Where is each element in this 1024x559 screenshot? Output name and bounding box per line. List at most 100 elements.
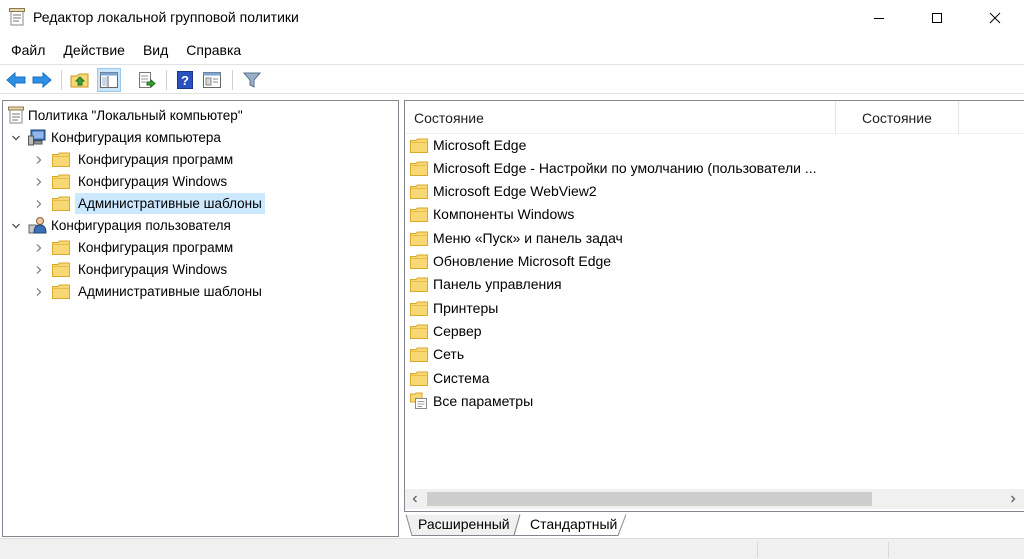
help-button[interactable]: ?	[173, 68, 197, 92]
up-folder-icon	[70, 73, 89, 88]
tree-root[interactable]: Политика "Локальный компьютер"	[7, 104, 246, 126]
menu-view[interactable]: Вид	[133, 39, 176, 61]
list-item-label: Сервер	[433, 323, 482, 339]
chevron-right-icon[interactable]	[34, 243, 44, 253]
chevron-down-icon[interactable]	[11, 221, 21, 231]
list-item-label: Компоненты Windows	[433, 206, 575, 222]
list-item[interactable]: Меню «Пуск» и панель задач	[410, 227, 623, 249]
tree-root-label: Политика "Локальный компьютер"	[28, 107, 243, 123]
list-item-label: Сеть	[433, 346, 465, 362]
console-tree[interactable]: Политика "Локальный компьютер" Конфигура…	[2, 100, 399, 537]
chevron-right-icon[interactable]	[34, 177, 44, 187]
title-bar: Редактор локальной групповой политики	[0, 0, 1024, 35]
menu-file[interactable]: Файл	[0, 39, 53, 61]
close-button[interactable]	[972, 0, 1018, 35]
scroll-right-button[interactable]	[1003, 489, 1023, 509]
list-item-label: Обновление Microsoft Edge	[433, 253, 612, 269]
list-item[interactable]: Сеть	[410, 343, 464, 365]
folder-icon	[52, 196, 70, 211]
list-item-label: Меню «Пуск» и панель задач	[433, 230, 623, 246]
svg-text:?: ?	[181, 73, 189, 88]
properties-icon	[203, 72, 221, 88]
policy-document-icon	[8, 106, 24, 124]
computer-icon	[28, 129, 46, 146]
tree-item-computer-configuration[interactable]: Конфигурация компьютера	[28, 126, 224, 148]
menu-action[interactable]: Действие	[53, 39, 133, 61]
show-hide-console-tree-button[interactable]	[97, 68, 121, 92]
scroll-thumb[interactable]	[427, 492, 872, 506]
status-separator	[888, 542, 889, 558]
list-item-label: Все параметры	[433, 393, 534, 409]
tab-extended[interactable]: Расширенный	[418, 514, 510, 536]
scroll-left-icon	[412, 495, 417, 503]
folder-icon	[52, 152, 70, 167]
tree-item-computer-software[interactable]: Конфигурация программ	[52, 148, 236, 170]
tree-item-computer-admin-templates[interactable]: Административные шаблоны	[52, 192, 265, 214]
column-divider[interactable]	[835, 101, 836, 134]
column-header-name[interactable]: Состояние	[414, 101, 484, 134]
tree-item-label: Конфигурация компьютера	[51, 129, 221, 145]
tree-item-label: Конфигурация программ	[78, 151, 234, 167]
list-item[interactable]: Обновление Microsoft Edge	[410, 250, 611, 272]
details-pane[interactable]: Состояние Состояние Microsoft Edge Micro…	[404, 100, 1024, 512]
chevron-down-icon[interactable]	[11, 133, 21, 143]
folder-icon	[52, 262, 70, 277]
list-item[interactable]: Сервер	[410, 320, 482, 342]
tree-item-computer-windows[interactable]: Конфигурация Windows	[52, 170, 230, 192]
list-item[interactable]: Microsoft Edge WebView2	[410, 180, 597, 202]
tree-item-user-admin-templates[interactable]: Административные шаблоны	[52, 280, 265, 302]
list-item[interactable]: Microsoft Edge	[410, 134, 526, 156]
list-item[interactable]: Компоненты Windows	[410, 203, 574, 225]
maximize-button[interactable]	[914, 0, 960, 35]
list-item-label: Система	[433, 370, 490, 386]
back-arrow-icon	[6, 72, 26, 88]
list-item-label: Microsoft Edge WebView2	[433, 183, 597, 199]
help-icon: ?	[177, 71, 193, 89]
toolbar-separator	[61, 70, 62, 90]
folder-icon	[410, 207, 428, 222]
list-item-label: Принтеры	[433, 300, 499, 316]
policy-editor-app-icon	[9, 8, 25, 26]
list-item-label: Панель управления	[433, 276, 562, 292]
scroll-right-icon	[1011, 495, 1016, 503]
horizontal-scrollbar[interactable]	[405, 489, 1024, 509]
maximize-icon	[932, 12, 942, 23]
up-level-button[interactable]	[68, 68, 92, 92]
list-item[interactable]: Microsoft Edge - Настройки по умолчанию …	[410, 157, 817, 179]
forward-arrow-icon	[32, 72, 52, 88]
status-bar	[0, 538, 1024, 559]
tab-standard[interactable]: Стандартный	[530, 514, 617, 536]
tree-item-user-software[interactable]: Конфигурация программ	[52, 236, 236, 258]
column-header-state[interactable]: Состояние	[862, 101, 932, 134]
list-item[interactable]: Панель управления	[410, 273, 562, 295]
tree-item-user-windows[interactable]: Конфигурация Windows	[52, 258, 230, 280]
back-button[interactable]	[4, 68, 28, 92]
list-item[interactable]: Система	[410, 367, 489, 389]
list-item[interactable]: Все параметры	[410, 390, 533, 412]
forward-button[interactable]	[30, 68, 54, 92]
folder-icon	[410, 184, 428, 199]
export-list-button[interactable]	[135, 68, 159, 92]
minimize-button[interactable]	[856, 0, 902, 35]
chevron-right-icon[interactable]	[34, 287, 44, 297]
column-divider[interactable]	[958, 101, 959, 134]
folder-icon	[410, 161, 428, 176]
minimize-icon	[874, 17, 884, 19]
toolbar-separator	[166, 70, 167, 90]
folder-icon	[52, 240, 70, 255]
tree-item-user-configuration[interactable]: Конфигурация пользователя	[28, 214, 234, 236]
list-item[interactable]: Принтеры	[410, 297, 498, 319]
chevron-right-icon[interactable]	[34, 199, 44, 209]
toolbar: ?	[0, 64, 1024, 94]
folder-icon	[52, 284, 70, 299]
scroll-left-button[interactable]	[405, 489, 425, 509]
chevron-right-icon[interactable]	[34, 155, 44, 165]
folder-icon	[410, 301, 428, 316]
filter-button[interactable]	[240, 68, 264, 92]
status-separator	[757, 542, 758, 558]
chevron-right-icon[interactable]	[34, 265, 44, 275]
properties-button[interactable]	[200, 68, 224, 92]
export-list-icon	[139, 72, 156, 89]
menu-help[interactable]: Справка	[176, 39, 249, 61]
show-hide-tree-icon	[100, 72, 118, 88]
